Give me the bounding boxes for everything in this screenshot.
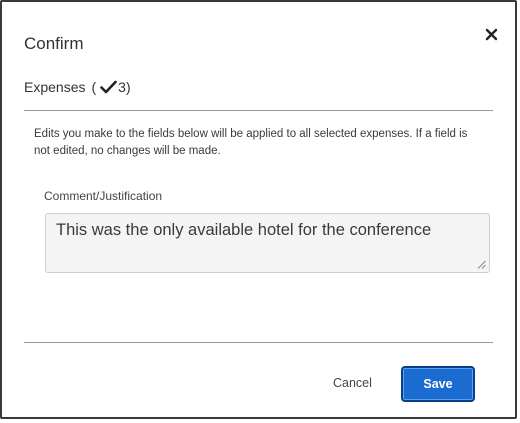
bulk-edit-info-text: Edits you make to the fields below will … — [34, 128, 468, 157]
open-paren: ( — [91, 79, 97, 95]
confirm-dialog: Confirm Expenses ( 3 ) Edits you make to… — [0, 0, 517, 419]
header-divider — [24, 110, 493, 111]
comment-value: This was the only available hotel for th… — [56, 221, 432, 239]
dialog-title: Confirm — [24, 34, 84, 53]
close-paren: ) — [125, 79, 131, 95]
close-icon — [485, 28, 498, 41]
expenses-label: Expenses — [24, 79, 86, 95]
comment-label: Comment/Justification — [44, 189, 163, 203]
resize-handle-icon[interactable] — [477, 260, 486, 269]
close-button[interactable] — [483, 26, 501, 44]
comment-justification-textarea[interactable]: This was the only available hotel for th… — [45, 213, 490, 273]
selected-count: 3 — [118, 79, 126, 95]
check-icon — [100, 80, 117, 94]
cancel-button[interactable]: Cancel — [333, 376, 372, 390]
expenses-selection-summary: Expenses ( 3 ) — [24, 79, 131, 95]
save-button-label: Save — [423, 377, 453, 391]
footer-divider — [24, 342, 493, 343]
save-button[interactable]: Save — [401, 366, 475, 402]
